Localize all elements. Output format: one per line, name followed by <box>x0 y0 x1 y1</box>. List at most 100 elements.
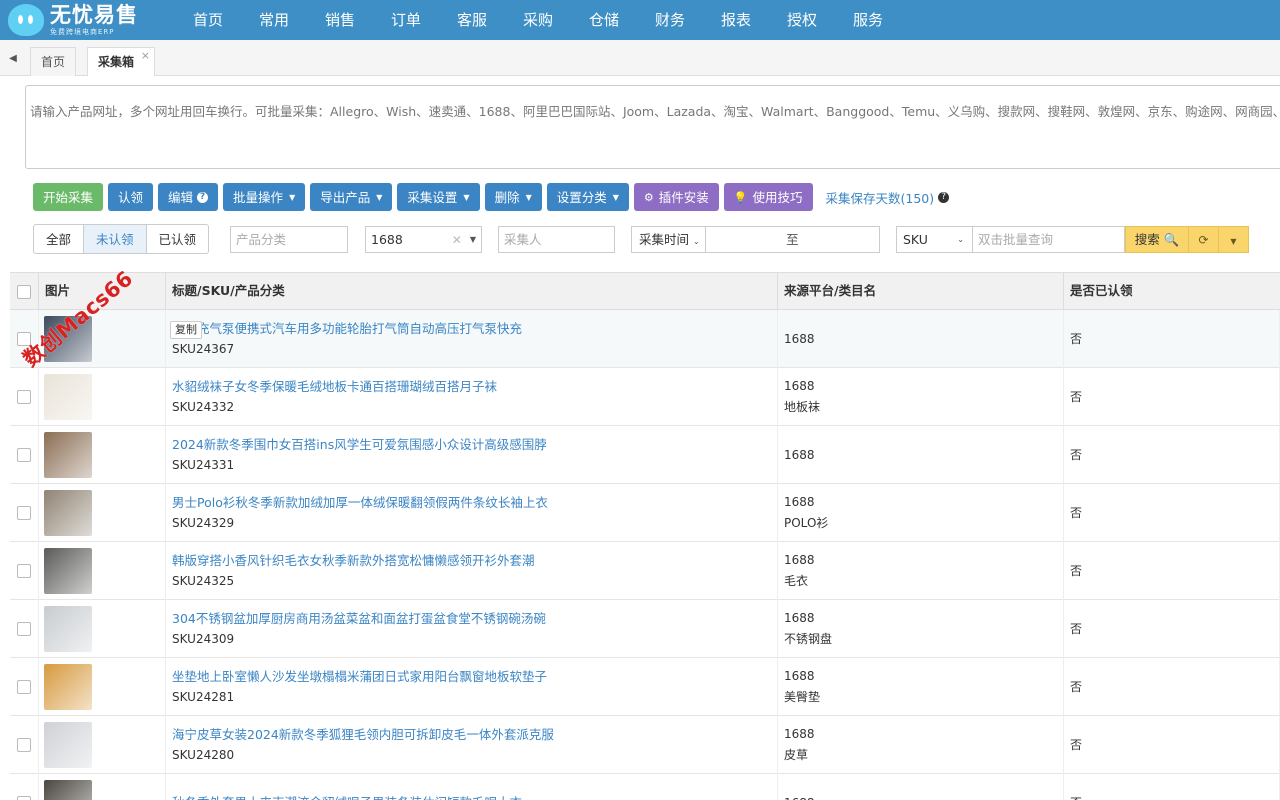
batch-operation-button[interactable]: 批量操作 ▼ <box>223 183 306 211</box>
product-category-input[interactable]: 产品分类 <box>230 226 348 253</box>
table-row[interactable]: 男士Polo衫秋冬季新款加绒加厚一体绒保暖翻领假两件条纹长袖上衣 SKU24329… <box>10 484 1280 542</box>
product-title-link[interactable]: 男士Polo衫秋冬季新款加绒加厚一体绒保暖翻领假两件条纹长袖上衣 <box>172 493 777 513</box>
brand-title: 无忧易售 <box>50 2 138 27</box>
claimed-status: 否 <box>1070 447 1083 462</box>
product-thumbnail[interactable] <box>44 490 92 536</box>
time-type-select[interactable]: 采集时间 ⌄ <box>631 226 706 253</box>
question-circle-icon[interactable]: ? <box>938 191 950 203</box>
nav-item-reports[interactable]: 报表 <box>703 0 769 40</box>
header-platform: 来源平台/类目名 <box>778 273 1064 310</box>
product-thumbnail[interactable] <box>44 606 92 652</box>
claim-status-segment: 全部 未认领 已认领 <box>33 224 210 254</box>
row-checkbox[interactable] <box>17 738 31 752</box>
product-sku: SKU24280 <box>172 748 235 762</box>
product-title-link[interactable]: 2024新款冬季围巾女百搭ins风学生可爱氛围感小众设计高级感围脖 <box>172 435 777 455</box>
plugin-install-button[interactable]: ⚙ 插件安装 <box>633 183 719 211</box>
product-title-link[interactable]: 水貂绒袜子女冬季保暖毛绒地板卡通百搭珊瑚绒百搭月子袜 <box>172 377 777 397</box>
category-name: 毛衣 <box>784 574 809 588</box>
search-button[interactable]: 搜索 🔍 <box>1125 226 1189 253</box>
collect-settings-button[interactable]: 采集设置 ▼ <box>397 183 480 211</box>
batch-query-input[interactable]: 双击批量查询 <box>973 226 1125 253</box>
image-cell <box>39 716 166 774</box>
row-checkbox[interactable] <box>17 622 31 636</box>
chevron-down-icon: ▼ <box>289 192 296 202</box>
product-title-link[interactable]: 海宁皮草女装2024新款冬季狐狸毛领内胆可拆卸皮毛一体外套派克服 <box>172 725 777 745</box>
claimed-cell: 否 <box>1064 716 1280 774</box>
claimed-status: 否 <box>1070 737 1083 752</box>
row-checkbox-cell <box>10 542 39 600</box>
table-row[interactable]: 水貂绒袜子女冬季保暖毛绒地板卡通百搭珊瑚绒百搭月子袜 SKU24332 1688 地板… <box>10 368 1280 426</box>
table-row[interactable]: 韩版穿搭小香风针织毛衣女秋季新款外搭宽松慵懒感领开衫外套潮 SKU24325 168… <box>10 542 1280 600</box>
copy-button[interactable]: 复制 <box>170 321 202 339</box>
tab-home[interactable]: 首页 <box>30 47 76 76</box>
edit-button[interactable]: 编辑? <box>158 183 219 211</box>
table-row[interactable]: 2024新款冬季围巾女百搭ins风学生可爱氛围感小众设计高级感围脖 SKU2433… <box>10 426 1280 484</box>
nav-item-warehouse[interactable]: 仓储 <box>571 0 637 40</box>
product-thumbnail[interactable] <box>44 780 92 800</box>
nav-item-auth[interactable]: 授权 <box>769 0 835 40</box>
nav-item-home[interactable]: 首页 <box>175 0 241 40</box>
product-title-link[interactable]: 无线充气泵便携式汽车用多功能轮胎打气筒自动高压打气泵快充 <box>172 319 777 339</box>
refresh-button[interactable]: ⟳ <box>1189 226 1219 253</box>
product-thumbnail[interactable] <box>44 374 92 420</box>
table-row[interactable]: 坐垫地上卧室懒人沙发坐墩榻榻米蒲团日式家用阳台飘窗地板软垫子 SKU24281 16… <box>10 658 1280 716</box>
category-name: POLO衫 <box>784 516 829 530</box>
close-icon[interactable]: × <box>141 42 150 70</box>
product-thumbnail[interactable] <box>44 432 92 478</box>
row-checkbox[interactable] <box>17 796 31 800</box>
title-cell: 无线充气泵便携式汽车用多功能轮胎打气筒自动高压打气泵快充 SKU24367 <box>166 310 778 368</box>
tab-scroll-left-icon[interactable]: ◀ <box>0 40 26 76</box>
clear-icon[interactable]: ✕ <box>452 227 462 253</box>
row-checkbox[interactable] <box>17 390 31 404</box>
product-sku: SKU24309 <box>172 632 235 646</box>
product-thumbnail[interactable] <box>44 722 92 768</box>
platform-select[interactable]: 1688 ✕ ▼ <box>365 226 482 253</box>
brand-logo[interactable]: 无忧易售 免费跨境电商ERP <box>0 0 170 40</box>
nav-item-orders[interactable]: 订单 <box>373 0 439 40</box>
segment-all[interactable]: 全部 <box>33 224 85 254</box>
date-range-input[interactable]: 至 <box>705 226 880 253</box>
brand-subtitle: 免费跨境电商ERP <box>50 27 115 36</box>
tab-collection-box[interactable]: 采集箱 × <box>87 47 155 76</box>
row-checkbox[interactable] <box>17 448 31 462</box>
platform-cell: 1688 地板袜 <box>778 368 1064 426</box>
product-sku: SKU24329 <box>172 516 235 530</box>
nav-item-purchase[interactable]: 采购 <box>505 0 571 40</box>
table-row[interactable]: 海宁皮草女装2024新款冬季狐狸毛领内胆可拆卸皮毛一体外套派克服 SKU24280… <box>10 716 1280 774</box>
nav-item-sales[interactable]: 销售 <box>307 0 373 40</box>
table-row[interactable]: 304不锈钢盆加厚厨房商用汤盆菜盆和面盆打蛋盆食堂不锈钢碗汤碗 SKU24309 1… <box>10 600 1280 658</box>
segment-claimed[interactable]: 已认领 <box>145 224 210 254</box>
segment-unclaimed[interactable]: 未认领 <box>83 224 147 254</box>
product-thumbnail[interactable] <box>44 664 92 710</box>
row-checkbox[interactable] <box>17 564 31 578</box>
save-days-link[interactable]: 采集保存天数(150) <box>826 188 935 207</box>
set-category-button[interactable]: 设置分类 ▼ <box>546 183 629 211</box>
product-title-link[interactable]: 304不锈钢盆加厚厨房商用汤盆菜盆和面盆打蛋盆食堂不锈钢碗汤碗 <box>172 609 777 629</box>
product-title-link[interactable]: 韩版穿搭小香风针织毛衣女秋季新款外搭宽松慵懒感领开衫外套潮 <box>172 551 777 571</box>
nav-item-common[interactable]: 常用 <box>241 0 307 40</box>
nav-item-services[interactable]: 服务 <box>835 0 901 40</box>
table-row[interactable]: 秋冬季外套男士夹克潮流金貂绒呢子男装冬装休闲短款毛呢大衣 1688 否 <box>10 774 1280 800</box>
export-products-button[interactable]: 导出产品 ▼ <box>310 183 393 211</box>
row-checkbox[interactable] <box>17 680 31 694</box>
delete-button[interactable]: 删除 ▼ <box>484 183 542 211</box>
product-thumbnail[interactable] <box>44 548 92 594</box>
more-options-button[interactable]: ▼ <box>1219 226 1249 253</box>
product-title-link[interactable]: 秋冬季外套男士夹克潮流金貂绒呢子男装冬装休闲短款毛呢大衣 <box>172 793 777 800</box>
select-all-checkbox[interactable] <box>17 284 31 299</box>
claimed-cell: 否 <box>1064 542 1280 600</box>
url-input[interactable]: 请输入产品网址，多个网址用回车换行。可批量采集：Allegro、Wish、速卖通… <box>25 85 1280 169</box>
start-collect-button[interactable]: 开始采集 <box>33 183 104 211</box>
table-row[interactable]: 无线充气泵便携式汽车用多功能轮胎打气筒自动高压打气泵快充 SKU24367 1688… <box>10 310 1280 368</box>
source-platform: 1688 <box>784 727 815 741</box>
usage-tips-button[interactable]: 💡 使用技巧 <box>723 183 813 211</box>
collector-input[interactable]: 采集人 <box>498 226 615 253</box>
claim-button[interactable]: 认领 <box>108 183 154 211</box>
search-icon: 🔍 <box>1163 232 1180 247</box>
nav-item-service[interactable]: 客服 <box>439 0 505 40</box>
title-cell: 304不锈钢盆加厚厨房商用汤盆菜盆和面盆打蛋盆食堂不锈钢碗汤碗 SKU24309 <box>166 600 778 658</box>
product-title-link[interactable]: 坐垫地上卧室懒人沙发坐墩榻榻米蒲团日式家用阳台飘窗地板软垫子 <box>172 667 777 687</box>
nav-item-finance[interactable]: 财务 <box>637 0 703 40</box>
row-checkbox[interactable] <box>17 506 31 520</box>
search-field-select[interactable]: SKU ⌄ <box>896 226 973 253</box>
